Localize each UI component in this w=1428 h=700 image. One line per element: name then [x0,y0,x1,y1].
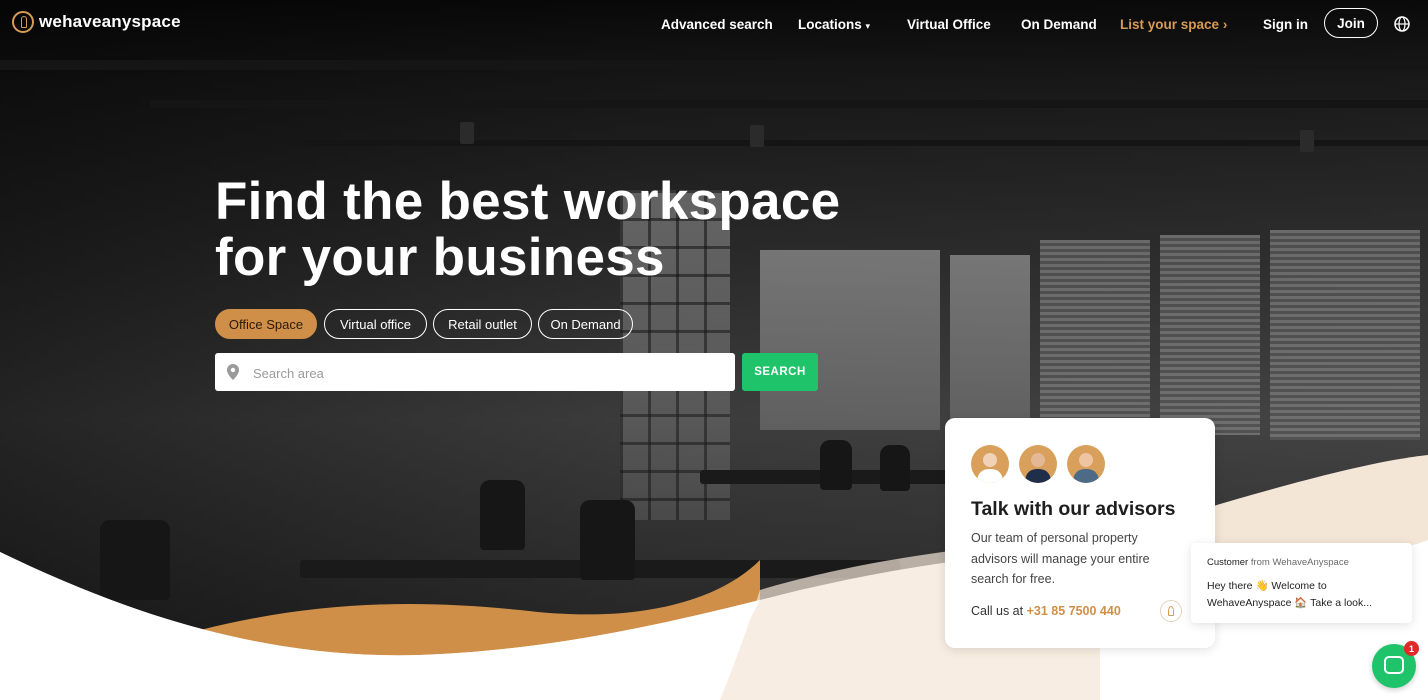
nav-on-demand[interactable]: On Demand [1021,17,1097,32]
nav-locations[interactable]: Locations ▾ [798,17,870,32]
nav-locations-label: Locations [798,17,862,32]
chat-sender-name: Customer [1207,557,1249,568]
chat-message: Hey there 👋 Welcome to WehaveAnyspace 🏠 … [1207,580,1373,609]
globe-icon[interactable] [1394,16,1410,32]
chevron-down-icon: ▾ [865,21,871,31]
tab-on-demand[interactable]: On Demand [538,309,633,339]
chat-agent-logo-icon [1160,600,1182,622]
brand-logo[interactable]: wehaveanyspace [12,11,181,33]
advisor-avatar [971,445,1009,483]
headline-line-1: Find the best workspace [215,172,841,231]
brand-name: wehaveanyspace [39,12,181,31]
chat-bubble-icon [1384,656,1404,674]
chat-unread-badge: 1 [1404,641,1419,656]
advisors-description: Our team of personal property advisors w… [971,531,1150,586]
top-navigation: wehaveanyspace Advanced search Locations… [0,0,1428,48]
advisor-avatar [1019,445,1057,483]
search-box [215,353,735,393]
advisors-call: Call us at +31 85 7500 440 [971,604,1121,618]
chat-sender: Customer from WehaveAnyspace [1207,557,1349,568]
location-pin-icon [227,364,239,380]
join-button[interactable]: Join [1324,8,1378,38]
hero-headline: Find the best workspace for your busines… [215,174,840,286]
phone-link[interactable]: +31 85 7500 440 [1027,604,1121,618]
chevron-right-icon: › [1222,17,1228,32]
search-button[interactable]: SEARCH [742,353,818,391]
nav-sign-in[interactable]: Sign in [1263,17,1308,32]
advisor-avatar [1067,445,1105,483]
headline-line-2: for your business [215,228,665,287]
chat-sender-org: from WehaveAnyspace [1250,557,1349,568]
nav-list-your-space-label: List your space [1120,17,1220,32]
nav-advanced-search[interactable]: Advanced search [661,17,773,32]
call-prefix: Call us at [971,604,1024,618]
tab-office-space[interactable]: Office Space [215,309,317,339]
tab-retail-outlet[interactable]: Retail outlet [433,309,532,339]
nav-list-your-space[interactable]: List your space › [1120,17,1227,32]
logo-icon [12,11,34,33]
chat-popup[interactable]: Customer from WehaveAnyspace Hey there 👋… [1191,543,1412,623]
advisors-title: Talk with our advisors [971,498,1176,520]
nav-virtual-office[interactable]: Virtual Office [907,17,991,32]
tab-virtual-office[interactable]: Virtual office [324,309,427,339]
search-input[interactable] [251,353,725,393]
